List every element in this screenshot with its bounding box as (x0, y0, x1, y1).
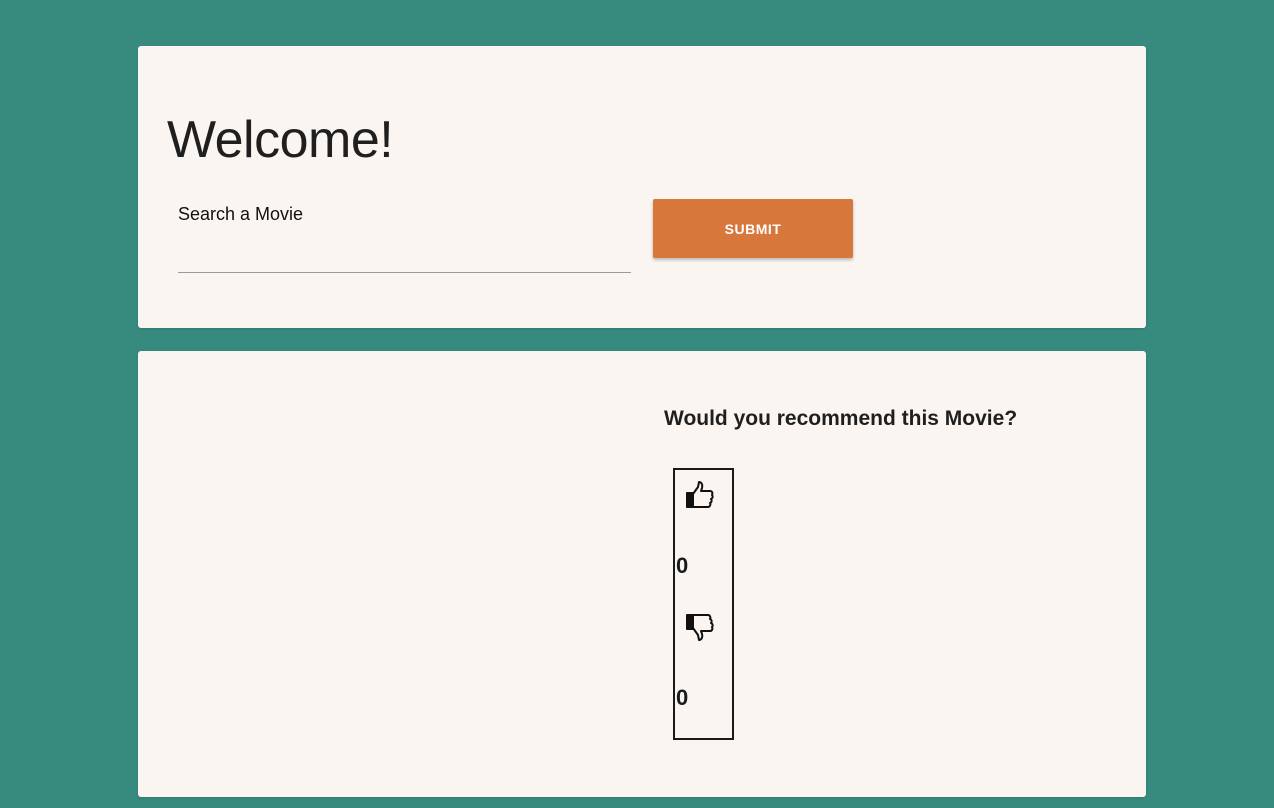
page-title: Welcome! (167, 111, 394, 169)
search-input[interactable] (178, 236, 631, 273)
vote-panel: 0 0 (673, 468, 734, 740)
thumbs-down-count: 0 (676, 685, 689, 710)
thumbs-up-button[interactable] (684, 478, 718, 512)
recommend-question: Would you recommend this Movie? (664, 407, 1018, 430)
movie-card: Would you recommend this Movie? 0 0 (138, 351, 1146, 797)
submit-button[interactable]: SUBMIT (653, 199, 853, 258)
thumbs-down-button[interactable] (684, 610, 718, 644)
thumbs-up-icon (684, 479, 718, 511)
search-label: Search a Movie (178, 204, 304, 224)
thumbs-up-count: 0 (676, 553, 689, 578)
search-card: Welcome! Search a Movie SUBMIT (138, 46, 1146, 328)
thumbs-down-icon (684, 611, 718, 643)
